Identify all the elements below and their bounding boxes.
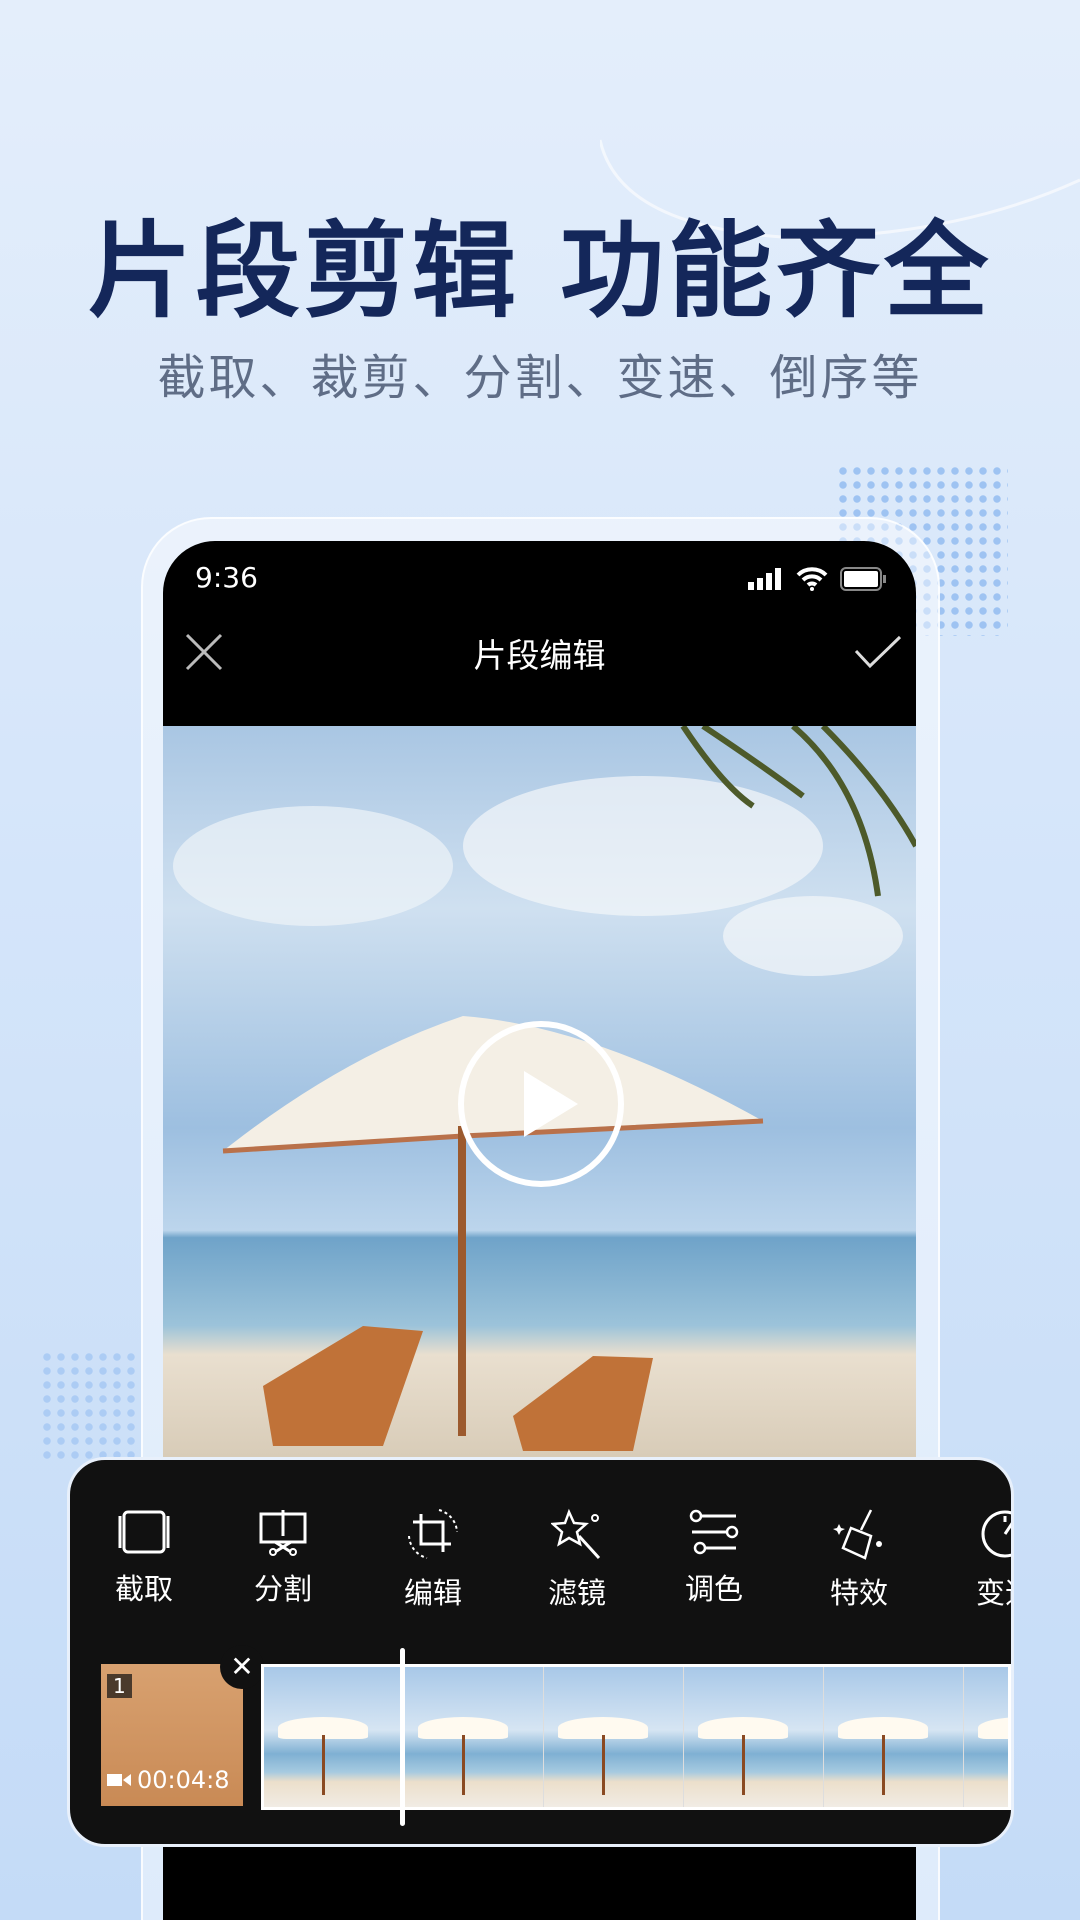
battery-icon xyxy=(840,567,886,591)
decorative-dots xyxy=(40,1350,140,1460)
film-frame xyxy=(684,1667,824,1807)
clip-index: 1 xyxy=(107,1674,132,1698)
film-frame xyxy=(404,1667,544,1807)
status-icons xyxy=(748,567,886,591)
check-icon[interactable] xyxy=(854,635,902,669)
tool-split[interactable]: 分割 xyxy=(228,1508,338,1608)
wifi-icon xyxy=(796,567,828,591)
film-frame xyxy=(544,1667,684,1807)
speedometer-icon xyxy=(981,1510,1011,1558)
headline: 片段剪辑 功能齐全 xyxy=(87,210,993,332)
broom-sparkle-icon xyxy=(833,1509,882,1560)
signal-icon xyxy=(748,568,781,590)
subtitle: 截取、裁剪、分割、变速、倒序等 xyxy=(157,350,923,406)
playhead[interactable] xyxy=(400,1648,405,1826)
sliders-icon xyxy=(689,1509,739,1555)
tool-speed[interactable]: 变速 xyxy=(950,1508,1011,1612)
clip-duration: 00:04:8 xyxy=(107,1766,230,1794)
crop-rotate-icon xyxy=(408,1509,458,1559)
film-frame xyxy=(264,1667,404,1807)
trim-icon xyxy=(118,1510,170,1554)
edit-toolbar-panel: 截取 分割 编辑 滤镜 调色 特效 变速 1 00:04:8 ✕ xyxy=(67,1457,1014,1847)
remove-clip-button[interactable]: ✕ xyxy=(220,1645,264,1689)
tool-color[interactable]: 调色 xyxy=(659,1508,769,1608)
clip-thumbnail[interactable]: 1 00:04:8 xyxy=(101,1664,243,1806)
tool-trim[interactable]: 截取 xyxy=(89,1508,199,1608)
film-frame xyxy=(824,1667,964,1807)
film-frame xyxy=(964,1667,1008,1807)
tool-effects[interactable]: 特效 xyxy=(804,1508,914,1612)
tool-edit[interactable]: 编辑 xyxy=(378,1508,488,1612)
status-time: 9:36 xyxy=(195,561,258,594)
timeline-filmstrip[interactable] xyxy=(261,1664,1011,1810)
video-preview[interactable] xyxy=(163,726,916,1457)
nav-title: 片段编辑 xyxy=(473,636,606,675)
play-button[interactable] xyxy=(458,1021,624,1187)
magic-wand-icon xyxy=(551,1508,601,1560)
split-scissors-icon xyxy=(259,1510,307,1556)
tool-filter[interactable]: 滤镜 xyxy=(522,1508,632,1612)
video-camera-icon xyxy=(107,1774,131,1786)
